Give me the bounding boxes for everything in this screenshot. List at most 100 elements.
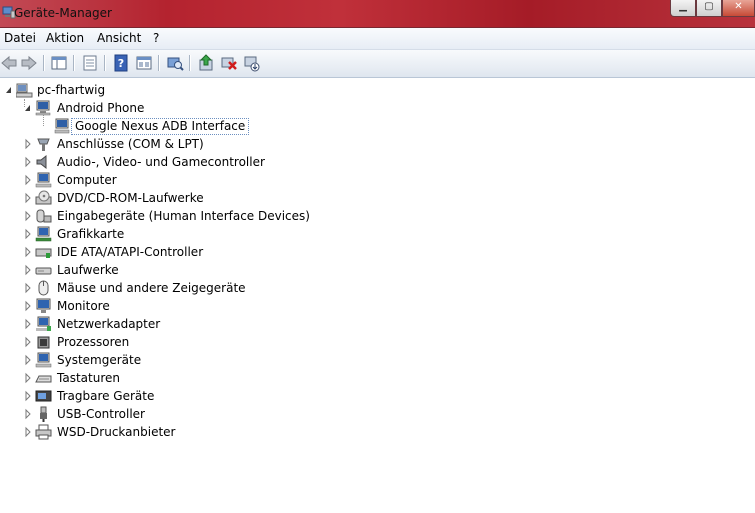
scan-hardware-icon[interactable] bbox=[166, 54, 184, 72]
usb-icon bbox=[40, 406, 47, 422]
menu-bar: Datei Aktion Ansicht ? bbox=[0, 28, 755, 50]
collapsed-arrow-icon[interactable] bbox=[24, 261, 32, 279]
category-label: Mäuse und andere Zeigegeräte bbox=[57, 281, 246, 295]
collapsed-arrow-icon[interactable] bbox=[24, 405, 32, 423]
category-label: DVD/CD-ROM-Laufwerke bbox=[57, 191, 204, 205]
collapsed-arrow-icon[interactable] bbox=[24, 279, 32, 297]
tree-category[interactable]: Anschlüsse (COM & LPT) bbox=[0, 135, 320, 153]
view-icon[interactable] bbox=[135, 54, 153, 72]
uninstall-device-icon[interactable] bbox=[243, 54, 261, 72]
collapsed-arrow-icon[interactable] bbox=[24, 171, 32, 189]
toolbar-separator bbox=[104, 55, 106, 71]
toolbar-separator bbox=[43, 55, 45, 71]
toolbar-separator bbox=[73, 55, 75, 71]
expanded-arrow-icon[interactable] bbox=[5, 81, 13, 99]
category-label: Computer bbox=[57, 173, 117, 187]
category-label: Laufwerke bbox=[57, 263, 119, 277]
tree-category[interactable]: Computer bbox=[0, 171, 320, 189]
collapsed-arrow-icon[interactable] bbox=[24, 351, 32, 369]
maximize-button[interactable]: ▢ bbox=[696, 0, 722, 17]
collapsed-arrow-icon[interactable] bbox=[24, 153, 32, 171]
collapsed-arrow-icon[interactable] bbox=[24, 315, 32, 333]
dvd-drive-icon bbox=[35, 190, 52, 205]
help-icon[interactable]: ? bbox=[112, 54, 130, 72]
collapsed-arrow-icon[interactable] bbox=[24, 369, 32, 387]
collapsed-arrow-icon[interactable] bbox=[24, 333, 32, 351]
expanded-arrow-icon[interactable] bbox=[24, 99, 32, 117]
menu-ansicht[interactable]: Ansicht bbox=[97, 31, 141, 45]
mouse-icon bbox=[38, 280, 49, 296]
category-label: WSD-Druckanbieter bbox=[57, 425, 176, 439]
tree-category[interactable]: Monitore bbox=[0, 297, 320, 315]
collapsed-arrow-icon[interactable] bbox=[24, 135, 32, 153]
tree-device-selected[interactable]: Google Nexus ADB Interface bbox=[0, 117, 300, 135]
processor-icon bbox=[37, 336, 50, 349]
tree-category[interactable]: Systemgeräte bbox=[0, 351, 320, 369]
collapsed-arrow-icon[interactable] bbox=[24, 423, 32, 441]
tree-category[interactable]: Eingabegeräte (Human Interface Devices) bbox=[0, 207, 320, 225]
menu-help[interactable]: ? bbox=[153, 31, 159, 45]
tree-root[interactable]: pc-fhartwig bbox=[0, 81, 300, 99]
svg-text:?: ? bbox=[118, 57, 124, 70]
tree-category[interactable]: Laufwerke bbox=[0, 261, 320, 279]
collapsed-arrow-icon[interactable] bbox=[24, 189, 32, 207]
toolbar: ? bbox=[0, 50, 755, 78]
maximize-icon: ▢ bbox=[704, 1, 714, 12]
printer-icon bbox=[35, 424, 52, 440]
tree-category[interactable]: DVD/CD-ROM-Laufwerke bbox=[0, 189, 320, 207]
system-device-icon bbox=[35, 352, 52, 368]
category-label: Prozessoren bbox=[57, 335, 130, 349]
back-arrow-icon[interactable] bbox=[0, 54, 18, 72]
collapsed-arrow-icon[interactable] bbox=[24, 225, 32, 243]
toolbar-separator bbox=[158, 55, 160, 71]
window-title: Geräte-Manager bbox=[14, 6, 112, 20]
category-label: Netzwerkadapter bbox=[57, 317, 161, 331]
collapsed-arrow-icon[interactable] bbox=[24, 297, 32, 315]
disk-drive-icon bbox=[35, 267, 52, 275]
menu-aktion[interactable]: Aktion bbox=[46, 31, 84, 45]
tree-category[interactable]: Grafikkarte bbox=[0, 225, 320, 243]
portable-device-icon bbox=[35, 390, 52, 402]
collapsed-arrow-icon[interactable] bbox=[24, 387, 32, 405]
tree-category[interactable]: IDE ATA/ATAPI-Controller bbox=[0, 243, 320, 261]
tree-category[interactable]: USB-Controller bbox=[0, 405, 320, 423]
hid-icon bbox=[36, 209, 52, 223]
device-tree: pc-fhartwig Android Phone Google Nexus A… bbox=[0, 80, 755, 513]
update-driver-icon[interactable] bbox=[197, 54, 215, 72]
minimize-icon: ▁ bbox=[679, 1, 687, 12]
tree-category[interactable]: Prozessoren bbox=[0, 333, 320, 351]
forward-arrow-icon[interactable] bbox=[20, 54, 38, 72]
device-label: Google Nexus ADB Interface bbox=[71, 118, 250, 135]
network-adapter-icon bbox=[36, 316, 51, 331]
tree-category[interactable]: Android Phone bbox=[0, 99, 300, 117]
tree-category[interactable]: Mäuse und andere Zeigegeräte bbox=[0, 279, 320, 297]
tree-category[interactable]: Audio-, Video- und Gamecontroller bbox=[0, 153, 320, 171]
close-icon: ✕ bbox=[734, 1, 743, 12]
speaker-icon bbox=[36, 154, 47, 170]
collapsed-arrow-icon[interactable] bbox=[24, 243, 32, 261]
toolbar-separator bbox=[189, 55, 191, 71]
display-adapter-icon bbox=[35, 226, 52, 242]
computer-icon bbox=[16, 83, 33, 98]
tree-category[interactable]: Tragbare Geräte bbox=[0, 387, 320, 405]
minimize-button[interactable]: ▁ bbox=[670, 0, 696, 17]
monitor-icon bbox=[36, 298, 51, 313]
tree-category[interactable]: WSD-Druckanbieter bbox=[0, 423, 320, 441]
computer-icon bbox=[35, 172, 52, 188]
category-label: IDE ATA/ATAPI-Controller bbox=[57, 245, 204, 259]
menu-datei[interactable]: Datei bbox=[4, 31, 36, 45]
close-button[interactable]: ✕ bbox=[722, 0, 755, 17]
category-label: Systemgeräte bbox=[57, 353, 142, 367]
collapsed-arrow-icon[interactable] bbox=[24, 207, 32, 225]
tree-category[interactable]: Netzwerkadapter bbox=[0, 315, 320, 333]
disable-device-icon[interactable] bbox=[220, 54, 238, 72]
category-label: Audio-, Video- und Gamecontroller bbox=[57, 155, 265, 169]
category-label: Android Phone bbox=[57, 101, 145, 115]
show-hide-tree-icon[interactable] bbox=[50, 54, 68, 72]
keyboard-icon bbox=[35, 375, 52, 383]
category-label: Monitore bbox=[57, 299, 110, 313]
tree-category[interactable]: Tastaturen bbox=[0, 369, 320, 387]
adb-interface-icon bbox=[54, 118, 70, 134]
window-controls: ▁ ▢ ✕ bbox=[670, 0, 755, 19]
properties-icon[interactable] bbox=[81, 54, 99, 72]
